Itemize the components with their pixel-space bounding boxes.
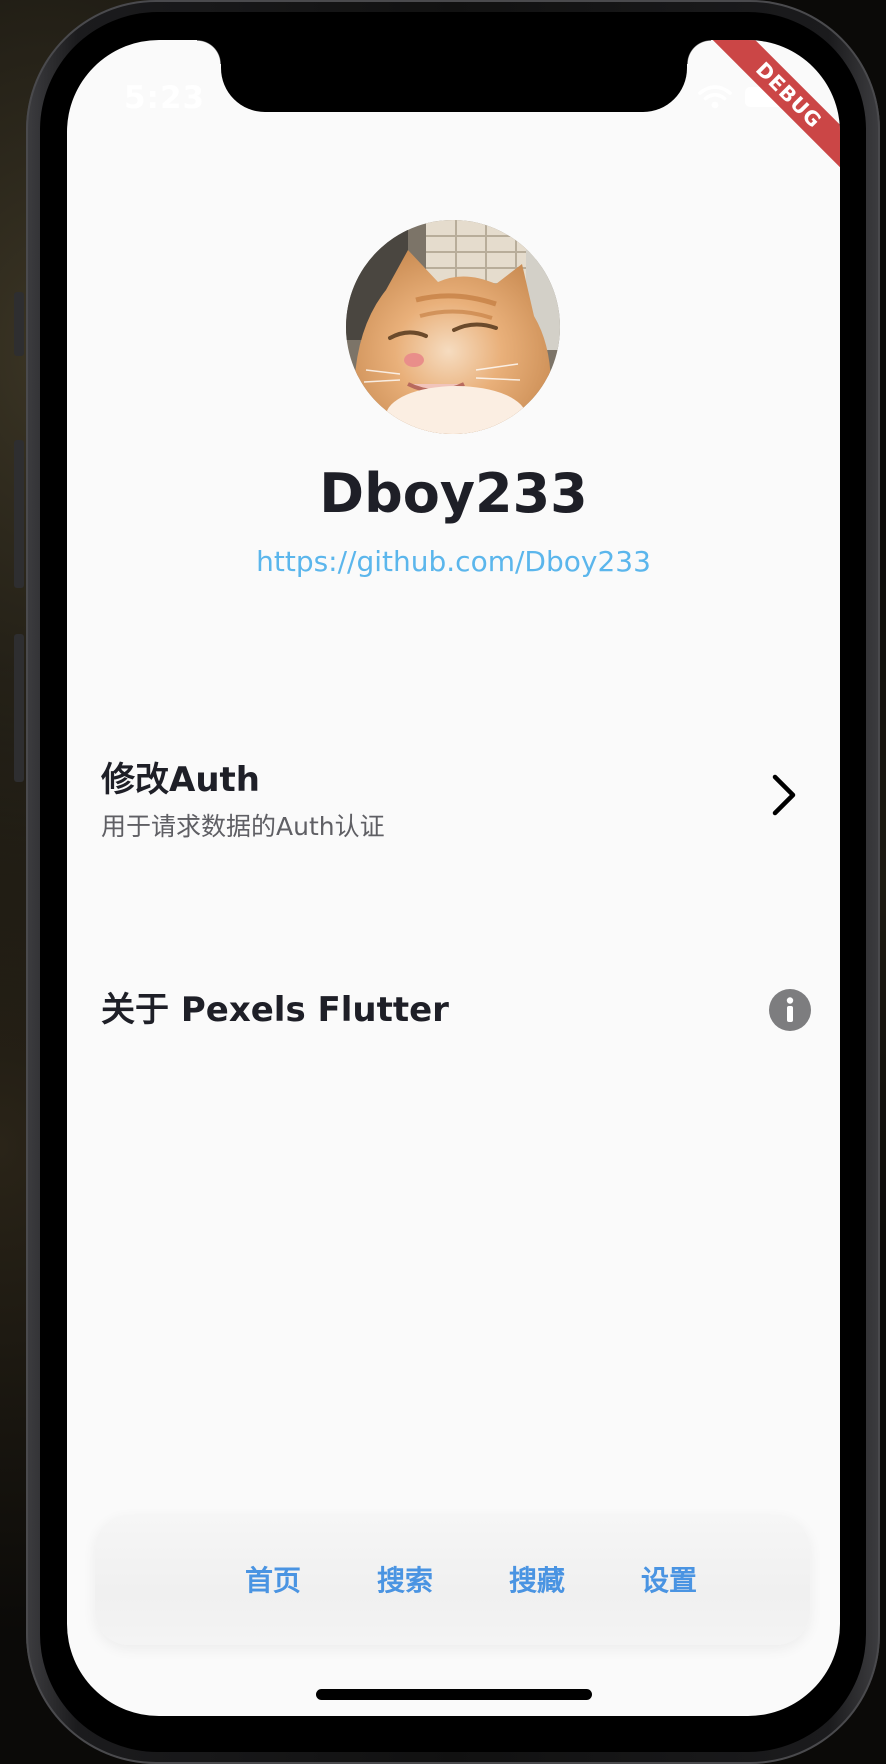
home-indicator[interactable] xyxy=(316,1689,592,1700)
cat-avatar-image xyxy=(346,220,560,434)
nav-item-settings[interactable]: 设置 xyxy=(619,1559,719,1599)
nav-item-favorites[interactable]: 搜藏 xyxy=(487,1559,587,1599)
info-icon xyxy=(769,989,811,1035)
profile-name: Dboy233 xyxy=(319,462,588,525)
avatar[interactable] xyxy=(346,220,560,434)
silent-switch xyxy=(14,292,24,356)
nav-item-search[interactable]: 搜索 xyxy=(355,1559,455,1599)
settings-item-title: 关于 Pexels Flutter xyxy=(101,990,449,1030)
settings-item-about[interactable]: 关于 Pexels Flutter xyxy=(101,980,811,1040)
settings-item-auth[interactable]: 修改Auth 用于请求数据的Auth认证 xyxy=(101,752,811,842)
github-link[interactable]: https://github.com/Dboy233 xyxy=(67,545,840,578)
nav-item-home[interactable]: 首页 xyxy=(223,1559,323,1599)
volume-up-button xyxy=(14,440,24,588)
volume-down-button xyxy=(14,634,24,782)
settings-item-title: 修改Auth xyxy=(101,760,260,800)
chevron-right-icon xyxy=(771,774,797,820)
status-time: 5:23 xyxy=(124,80,206,116)
bottom-navigation-bar: 首页 搜索 搜藏 设置 xyxy=(95,1515,810,1645)
app-screen: 5:23 DEBUG Dboy233 https://github.com/Db… xyxy=(67,40,840,1716)
settings-item-subtitle: 用于请求数据的Auth认证 xyxy=(101,812,385,841)
wifi-icon xyxy=(698,84,732,114)
device-mockup: 5:23 DEBUG Dboy233 https://github.com/Db… xyxy=(0,0,886,1764)
camera-notch xyxy=(197,40,711,112)
